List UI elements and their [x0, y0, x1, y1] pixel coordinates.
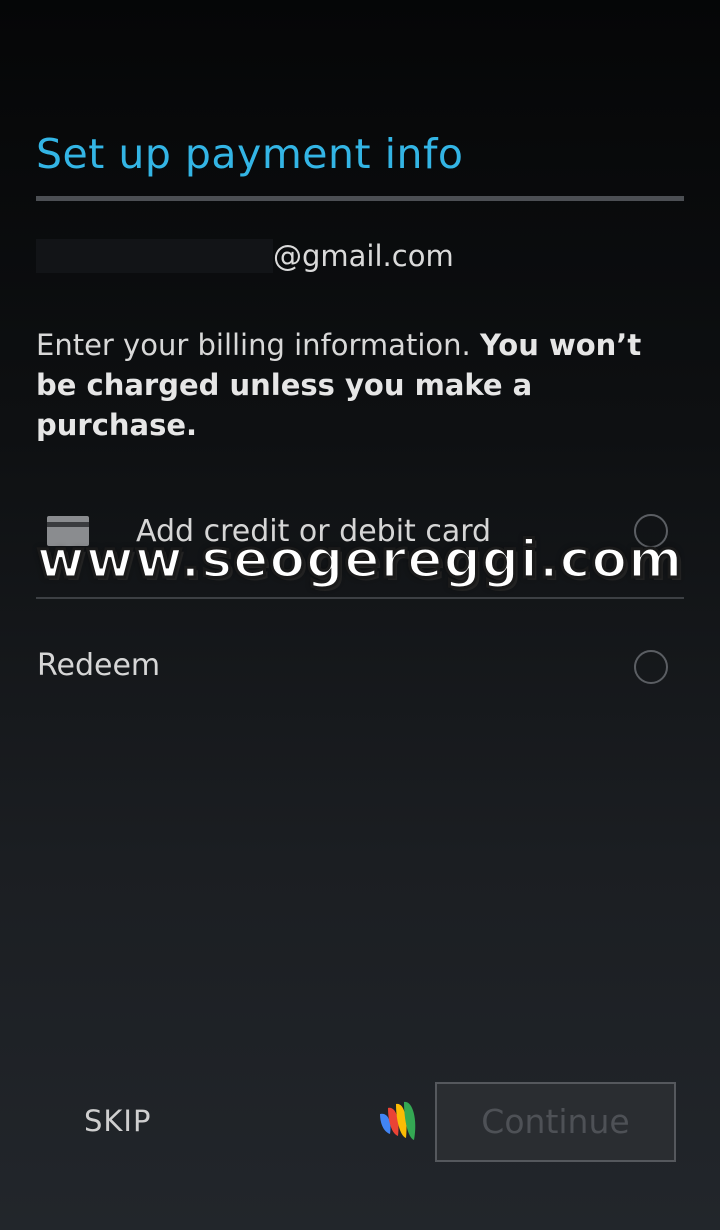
- redacted-email-username: [36, 239, 273, 273]
- continue-button[interactable]: Continue: [435, 1082, 676, 1162]
- title-divider: [36, 196, 684, 201]
- option-add-card-label: Add credit or debit card: [136, 514, 492, 549]
- page-title: Set up payment info: [36, 130, 464, 178]
- option-divider: [36, 597, 684, 599]
- option-redeem-label: Redeem: [37, 648, 161, 683]
- option-add-card-radio[interactable]: [634, 514, 668, 548]
- google-wallet-icon: [380, 1101, 416, 1140]
- option-add-card[interactable]: Add credit or debit card: [36, 500, 684, 562]
- billing-message: Enter your billing information. You won’…: [36, 325, 656, 445]
- billing-message-plain: Enter your billing information.: [36, 328, 480, 362]
- credit-card-icon: [47, 516, 89, 546]
- account-email: @gmail.com: [36, 236, 454, 276]
- option-redeem-radio[interactable]: [634, 650, 668, 684]
- email-domain: @gmail.com: [273, 239, 454, 273]
- option-redeem[interactable]: Redeem: [36, 640, 684, 696]
- skip-button[interactable]: SKIP: [84, 1101, 151, 1141]
